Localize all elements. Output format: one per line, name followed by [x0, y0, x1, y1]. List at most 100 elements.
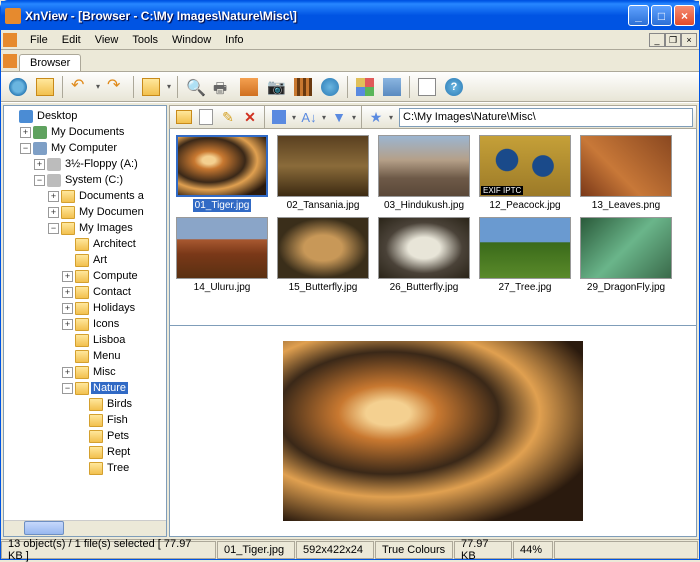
thumbnail-item[interactable]: 26_Butterfly.jpg: [376, 217, 472, 294]
tree-label: Documents a: [77, 190, 146, 202]
open-menu[interactable]: [165, 74, 173, 100]
thumbnail-item[interactable]: 02_Tansania.jpg: [275, 135, 371, 212]
thumbnail-item[interactable]: 01_Tiger.jpg: [174, 135, 270, 212]
thumbnail-item[interactable]: 15_Butterfly.jpg: [275, 217, 371, 294]
favorite-button[interactable]: ★: [365, 107, 387, 127]
view-mode-menu[interactable]: [290, 104, 298, 130]
thumbnail-item[interactable]: 14_Uluru.jpg: [174, 217, 270, 294]
menu-window[interactable]: Window: [165, 32, 218, 48]
thumbnail-item[interactable]: 29_DragonFly.jpg: [578, 217, 674, 294]
mycomp-icon: [33, 142, 47, 155]
tree-label: Compute: [91, 270, 140, 282]
drive-icon: [47, 174, 61, 187]
edit-button[interactable]: ✎: [217, 107, 239, 127]
rotate-ccw-menu[interactable]: [94, 74, 102, 100]
tree-node[interactable]: −My Computer: [4, 140, 166, 156]
address-bar[interactable]: C:\My Images\Nature\Misc\: [399, 108, 693, 127]
app-icon: [5, 8, 21, 24]
folder-icon: [89, 446, 103, 459]
delete-button[interactable]: ✕: [239, 107, 261, 127]
filter-menu[interactable]: [350, 104, 358, 130]
tree-node[interactable]: Rept: [4, 444, 166, 460]
thumbnail-label: 27_Tree.jpg: [497, 281, 554, 294]
mdi-restore[interactable]: ❐: [665, 33, 681, 47]
print-button[interactable]: 🖶: [209, 74, 235, 100]
menu-edit[interactable]: Edit: [55, 32, 88, 48]
tree-node[interactable]: +My Documents: [4, 124, 166, 140]
tree-node[interactable]: −My Images: [4, 220, 166, 236]
menu-view[interactable]: View: [88, 32, 126, 48]
filter-button[interactable]: ▼: [328, 107, 350, 127]
mydoc-icon: [33, 126, 47, 139]
thumbnail-item[interactable]: EXIF IPTC12_Peacock.jpg: [477, 135, 573, 212]
tree-node[interactable]: +3½-Floppy (A:): [4, 156, 166, 172]
folder-icon: [89, 462, 103, 475]
sort-button[interactable]: A↓: [298, 107, 320, 127]
thumbnail-grid[interactable]: 01_Tiger.jpg 02_Tansania.jpg03_Hindukush.…: [169, 129, 697, 326]
web-button[interactable]: [317, 74, 343, 100]
tree-node[interactable]: −System (C:): [4, 172, 166, 188]
tree-label: Lisboa: [91, 334, 127, 346]
tree-node[interactable]: +Contact: [4, 284, 166, 300]
maximize-button[interactable]: □: [651, 5, 672, 26]
tree-node[interactable]: +Documents a: [4, 188, 166, 204]
tree-node[interactable]: Tree: [4, 460, 166, 476]
help-button[interactable]: ?: [441, 74, 467, 100]
tree-label: My Computer: [49, 142, 119, 154]
tree-node[interactable]: +Compute: [4, 268, 166, 284]
rotate-ccw-button[interactable]: ↶: [67, 74, 93, 100]
tab-browser[interactable]: Browser: [19, 54, 81, 71]
tree-node[interactable]: Fish: [4, 412, 166, 428]
tree-node[interactable]: +Icons: [4, 316, 166, 332]
view-mode-button[interactable]: [268, 107, 290, 127]
tree-node[interactable]: Art: [4, 252, 166, 268]
tree-scrollbar[interactable]: [4, 520, 166, 536]
tree-node[interactable]: +My Documen: [4, 204, 166, 220]
adjust-button[interactable]: [379, 74, 405, 100]
new-button[interactable]: [195, 107, 217, 127]
tree-node[interactable]: Architect: [4, 236, 166, 252]
tree-node[interactable]: Lisboa: [4, 332, 166, 348]
tree-node[interactable]: Birds: [4, 396, 166, 412]
folder-icon: [75, 238, 89, 251]
tree-node[interactable]: +Misc: [4, 364, 166, 380]
view-fullscreen-button[interactable]: [5, 74, 31, 100]
mdi-close[interactable]: ×: [681, 33, 697, 47]
status-objects: 13 object(s) / 1 file(s) selected [ 77.9…: [1, 541, 216, 559]
folder-icon: [61, 222, 75, 235]
thumbnail-label: 01_Tiger.jpg: [193, 199, 252, 212]
acquire-button[interactable]: 📷: [263, 74, 289, 100]
thumbnail-item[interactable]: 13_Leaves.png: [578, 135, 674, 212]
grid-view-button[interactable]: [352, 74, 378, 100]
slideshow-button[interactable]: [290, 74, 316, 100]
tree-node[interactable]: −Nature: [4, 380, 166, 396]
tree-node[interactable]: Desktop: [4, 108, 166, 124]
tree-label: Pets: [105, 430, 131, 442]
sort-menu[interactable]: [320, 104, 328, 130]
open-button[interactable]: [138, 74, 164, 100]
tree-label: Tree: [105, 462, 131, 474]
folder-tree[interactable]: Desktop +My Documents−My Computer+3½-Flop…: [4, 106, 166, 520]
up-folder-button[interactable]: [173, 107, 195, 127]
window-title: XnView - [Browser - C:\My Images\Nature\…: [25, 9, 628, 23]
minimize-button[interactable]: _: [628, 5, 649, 26]
favorite-menu[interactable]: [387, 104, 395, 130]
zoom-button[interactable]: 🔍: [182, 74, 208, 100]
tree-node[interactable]: Menu: [4, 348, 166, 364]
tree-node[interactable]: Pets: [4, 428, 166, 444]
mdi-minimize[interactable]: _: [649, 33, 665, 47]
statusbar: 13 object(s) / 1 file(s) selected [ 77.9…: [1, 539, 699, 559]
menu-file[interactable]: File: [23, 32, 55, 48]
tree-node[interactable]: +Holidays: [4, 300, 166, 316]
thumbnail-item[interactable]: 03_Hindukush.jpg: [376, 135, 472, 212]
new-folder-button[interactable]: [32, 74, 58, 100]
rotate-cw-button[interactable]: ↷: [103, 74, 129, 100]
thumbnail-item[interactable]: 27_Tree.jpg: [477, 217, 573, 294]
menu-info[interactable]: Info: [218, 32, 250, 48]
convert-button[interactable]: [236, 74, 262, 100]
close-button[interactable]: ×: [674, 5, 695, 26]
main-toolbar: ↶ ↷ 🔍 🖶 📷 ?: [1, 72, 699, 102]
menu-tools[interactable]: Tools: [125, 32, 165, 48]
tree-label: Desktop: [35, 110, 79, 122]
options-button[interactable]: [414, 74, 440, 100]
